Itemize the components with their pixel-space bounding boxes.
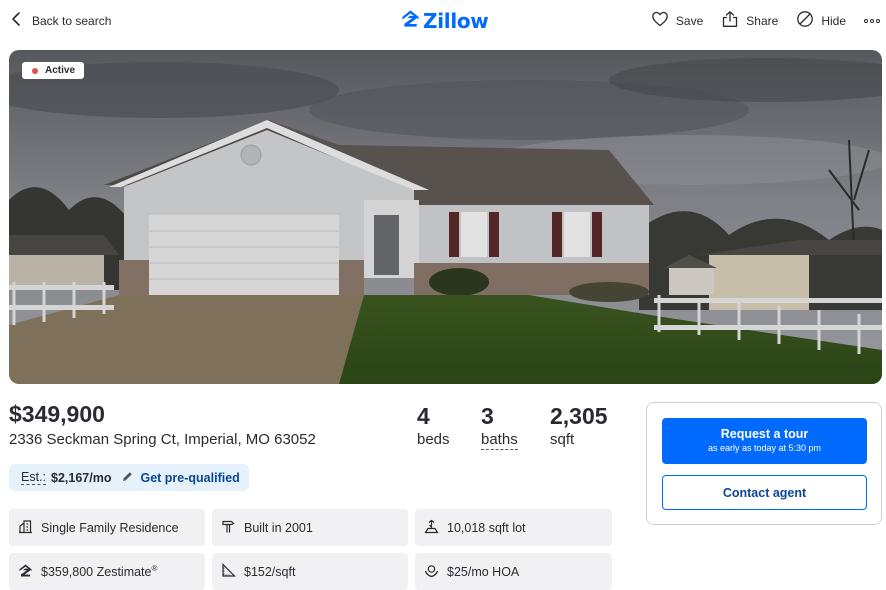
beds-fact: 4 beds: [417, 403, 450, 448]
sqft-value: 2,305: [550, 403, 608, 429]
back-to-search-link[interactable]: Back to search: [10, 11, 111, 30]
more-icon[interactable]: [862, 15, 882, 27]
hoa-icon: [424, 563, 439, 581]
registered-mark: ®: [151, 563, 158, 573]
prequalify-label: Get pre-qualified: [140, 470, 240, 485]
listing-photo[interactable]: [9, 50, 882, 384]
price-per-sqft-label: $152/sqft: [244, 564, 296, 579]
contact-panel: Request a tour as early as today at 5:30…: [646, 402, 882, 525]
baths-label[interactable]: baths: [481, 431, 518, 450]
heart-icon: [651, 10, 669, 31]
request-tour-sublabel: as early as today at 5:30 pm: [707, 443, 822, 453]
get-prequalified-link[interactable]: Get pre-qualified: [121, 470, 240, 486]
contact-agent-button[interactable]: Contact agent: [662, 475, 867, 510]
listing-price: $349,900: [9, 401, 105, 427]
year-built-chip: Built in 2001: [212, 509, 408, 546]
hide-icon: [796, 10, 814, 31]
zestimate-chip[interactable]: $359,800 Zestimate®: [9, 553, 205, 590]
property-type-chip: Single Family Residence: [9, 509, 205, 546]
share-icon: [721, 10, 739, 31]
lot-icon: [424, 519, 439, 537]
hammer-icon: [221, 519, 236, 537]
sqft-fact: 2,305 sqft: [550, 403, 608, 448]
hoa-chip: $25/mo HOA: [415, 553, 612, 590]
zillow-logo-icon: [401, 9, 420, 33]
save-button[interactable]: Save: [651, 10, 703, 31]
status-label: Active: [45, 65, 76, 76]
lot-size-label: 10,018 sqft lot: [447, 520, 526, 535]
back-label: Back to search: [32, 13, 112, 28]
property-type-label: Single Family Residence: [41, 520, 179, 535]
hide-label: Hide: [821, 13, 846, 28]
baths-fact[interactable]: 3 baths: [481, 403, 518, 450]
house-photo: [9, 50, 882, 384]
top-bar: Back to search Zillow Save Share Hide: [0, 0, 886, 44]
building-icon: [18, 519, 33, 537]
year-built-label: Built in 2001: [244, 520, 313, 535]
status-dot-icon: [32, 67, 38, 74]
hoa-label: $25/mo HOA: [447, 564, 520, 579]
brand-name: Zillow: [423, 9, 489, 33]
request-tour-button[interactable]: Request a tour as early as today at 5:30…: [662, 418, 867, 464]
chevron-left-icon: [10, 11, 24, 30]
estimate-value: $2,167/mo: [51, 470, 112, 485]
beds-value: 4: [417, 403, 430, 429]
pencil-icon: [121, 470, 134, 486]
baths-value: 3: [481, 403, 494, 429]
zillow-logo[interactable]: Zillow: [401, 9, 489, 33]
sqft-label: sqft: [550, 431, 575, 448]
zestimate-label: $359,800 Zestimate®: [41, 564, 157, 579]
zestimate-text: $359,800 Zestimate: [41, 565, 152, 580]
estimated-payment-bar: Est.: $2,167/mo Get pre-qualified: [9, 464, 249, 491]
share-label: Share: [746, 13, 779, 28]
ruler-icon: [221, 562, 236, 581]
hide-button[interactable]: Hide: [796, 10, 846, 31]
save-label: Save: [675, 13, 704, 28]
listing-address: 2336 Seckman Spring Ct, Imperial, MO 630…: [9, 431, 316, 448]
status-badge: Active: [22, 62, 85, 79]
estimate-label[interactable]: Est.:: [21, 470, 47, 485]
price-per-sqft-chip: $152/sqft: [212, 553, 408, 590]
beds-label: beds: [417, 431, 450, 448]
zestimate-icon: [18, 563, 33, 581]
request-tour-label: Request a tour: [720, 427, 809, 441]
share-button[interactable]: Share: [721, 10, 778, 31]
header-actions: Save Share Hide: [633, 10, 882, 31]
lot-size-chip: 10,018 sqft lot: [415, 509, 612, 546]
